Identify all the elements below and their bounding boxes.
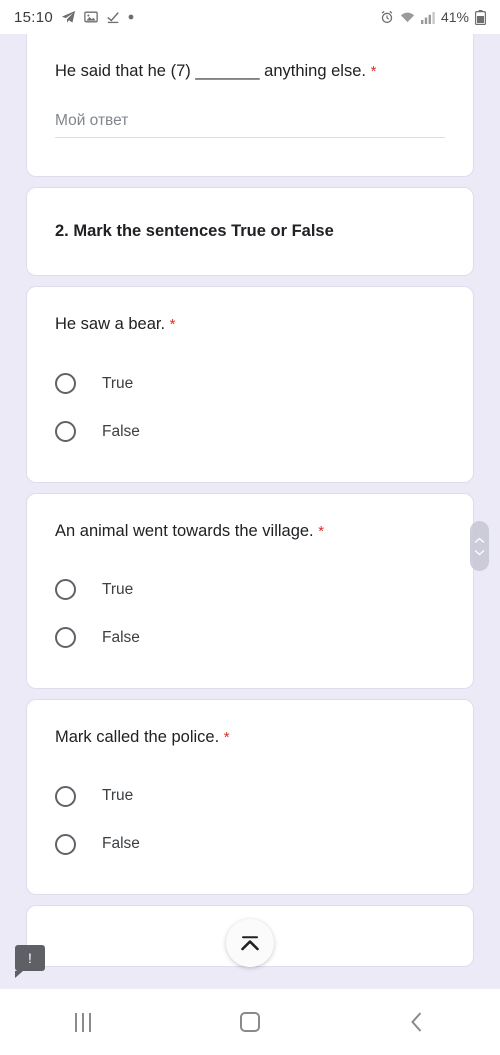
scroll-to-top-button[interactable] xyxy=(226,919,274,967)
back-icon xyxy=(410,1012,421,1032)
status-bar-clock: 15:10 xyxy=(14,8,54,26)
android-nav-bar xyxy=(0,989,500,1055)
signal-icon xyxy=(420,11,435,24)
form-card-radio-police: Mark called the police. * True False xyxy=(27,699,473,895)
radio-option-true[interactable]: True xyxy=(55,360,445,408)
battery-icon xyxy=(475,9,486,25)
form-card-radio-animal: An animal went towards the village. * Tr… xyxy=(27,493,473,688)
gallery-icon xyxy=(84,10,98,24)
form-card-radio-bear: He saw a bear. * True False xyxy=(27,287,473,482)
required-asterisk: * xyxy=(318,522,325,540)
form-card-section-header: 2. Mark the sentences True or False xyxy=(27,188,473,276)
check-graph-icon xyxy=(106,10,120,24)
question-text: Mark called the police. xyxy=(55,727,220,746)
radio-option-label: False xyxy=(102,422,140,440)
warning-badge-text: ! xyxy=(28,950,32,966)
question-title: Mark called the police. * xyxy=(27,700,473,748)
chevron-down-icon xyxy=(474,549,485,555)
radio-group: True False xyxy=(27,542,473,688)
status-bar-left: 15:10 xyxy=(14,9,134,26)
section-title: 2. Mark the sentences True or False xyxy=(55,222,334,241)
radio-option-label: True xyxy=(102,787,134,805)
radio-circle-icon[interactable] xyxy=(55,579,76,601)
question-title: He saw a bear. * xyxy=(27,287,473,335)
short-answer-input[interactable]: Мой ответ xyxy=(55,112,445,139)
required-asterisk: * xyxy=(370,63,377,80)
nav-home-button[interactable] xyxy=(167,989,334,1055)
radio-group: True False xyxy=(27,336,473,482)
nav-back-button[interactable] xyxy=(333,989,500,1055)
radio-option-false[interactable]: False xyxy=(55,614,445,662)
form-scroll-area[interactable]: He said that he (7) _______ anything els… xyxy=(0,34,500,989)
radio-circle-icon[interactable] xyxy=(55,833,76,855)
radio-circle-icon[interactable] xyxy=(55,373,76,395)
wifi-icon xyxy=(400,10,415,24)
radio-option-label: True xyxy=(102,580,134,598)
required-asterisk: * xyxy=(169,316,176,334)
scrollbar-thumb[interactable] xyxy=(470,521,489,571)
recents-icon xyxy=(75,1012,92,1032)
phone-screen: 15:10 41% He said that he (7) _______ an… xyxy=(0,0,500,1055)
question-text: An animal went towards the village. xyxy=(55,521,314,540)
radio-option-true[interactable]: True xyxy=(55,566,445,614)
radio-option-label: True xyxy=(102,374,134,392)
radio-option-false[interactable]: False xyxy=(55,408,445,456)
nav-recents-button[interactable] xyxy=(0,989,167,1055)
required-asterisk: * xyxy=(223,728,230,746)
question-title: An animal went towards the village. * xyxy=(27,494,473,542)
dot-icon xyxy=(128,14,134,20)
battery-percent-label: 41% xyxy=(440,9,469,25)
radio-circle-icon[interactable] xyxy=(55,785,76,807)
telegram-icon xyxy=(61,10,76,25)
chevron-up-icon xyxy=(474,537,485,543)
radio-group: True False xyxy=(27,748,473,894)
status-bar: 15:10 41% xyxy=(0,0,500,34)
question-text: He saw a bear. xyxy=(55,315,166,334)
card-spacer xyxy=(27,138,473,176)
radio-option-label: False xyxy=(102,835,140,853)
alarm-icon xyxy=(380,10,394,24)
radio-option-label: False xyxy=(102,628,140,646)
question-text: He said that he (7) _______ anything els… xyxy=(55,62,366,80)
warning-bubble-icon[interactable]: ! xyxy=(15,945,45,978)
form-card-short-answer: He said that he (7) _______ anything els… xyxy=(27,34,473,177)
home-icon xyxy=(240,1012,260,1032)
radio-option-false[interactable]: False xyxy=(55,820,445,868)
radio-circle-icon[interactable] xyxy=(55,421,76,443)
radio-circle-icon[interactable] xyxy=(55,627,76,649)
question-title: He said that he (7) _______ anything els… xyxy=(27,34,473,82)
radio-option-true[interactable]: True xyxy=(55,772,445,820)
status-bar-right: 41% xyxy=(380,9,486,25)
collapse-up-icon xyxy=(241,936,259,951)
